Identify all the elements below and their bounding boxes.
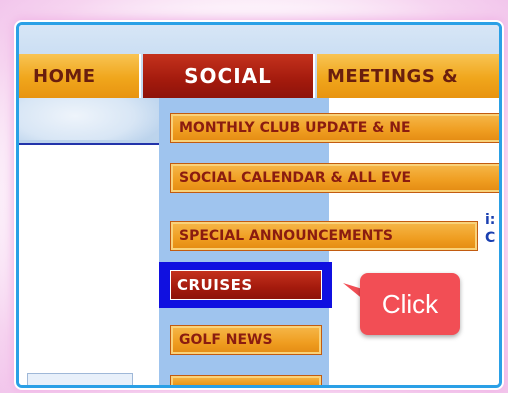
content-box (27, 373, 133, 385)
click-callout: Click (360, 273, 460, 335)
menu-item-social-calendar[interactable]: SOCIAL CALENDAR & ALL EVE (170, 163, 499, 193)
menu-item-monthly-club-update[interactable]: MONTHLY CLUB UPDATE & NE (170, 113, 499, 143)
nav-tab-meetings-label: MEETINGS & (327, 65, 459, 87)
menu-item-cruises[interactable]: CRUISES (170, 270, 322, 300)
partial-page-text: i: C (485, 212, 496, 246)
menu-item-golf-news[interactable]: GOLF NEWS (170, 325, 322, 355)
nav-tab-social-label: SOCIAL (184, 64, 272, 88)
content-area (19, 143, 159, 385)
nav-tab-home-label: HOME (33, 65, 96, 87)
nav-tab-meetings[interactable]: MEETINGS & (317, 54, 499, 98)
menu-item-label: SPECIAL ANNOUNCEMENTS (179, 228, 393, 244)
menu-item-label: MONTHLY CLUB UPDATE & NE (179, 120, 411, 136)
menu-item-label: GOLF NEWS (179, 332, 273, 348)
menu-item-label: CRUISES (177, 276, 253, 294)
menu-item-special-announcements[interactable]: SPECIAL ANNOUNCEMENTS (170, 221, 478, 251)
menu-item-partial[interactable] (170, 375, 322, 385)
menu-item-label: SOCIAL CALENDAR & ALL EVE (179, 170, 412, 186)
nav-tab-home[interactable]: HOME (19, 54, 141, 98)
nav-tab-social[interactable]: SOCIAL (143, 54, 315, 98)
callout-label: Click (381, 288, 439, 319)
